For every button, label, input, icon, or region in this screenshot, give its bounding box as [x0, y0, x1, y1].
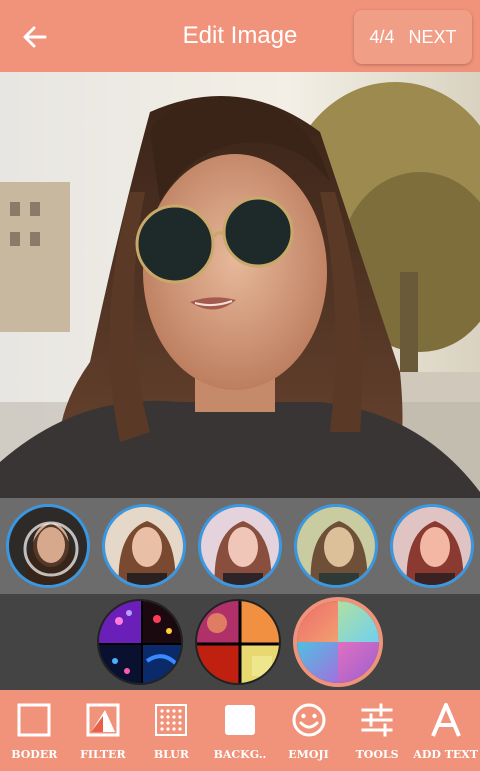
background-strip — [0, 594, 480, 690]
tool-add-text[interactable]: ADD TEXT — [413, 700, 479, 761]
filter-thumb-original[interactable] — [6, 504, 90, 588]
tool-filter[interactable]: FILTER — [71, 700, 135, 761]
tool-emoji-label: EMOJI — [288, 748, 329, 761]
page-counter: 4/4 — [369, 26, 395, 47]
tool-add-text-label: ADD TEXT — [413, 748, 479, 761]
background-stained-glass[interactable] — [195, 599, 281, 685]
text-a-icon — [426, 700, 466, 740]
tool-border[interactable]: BODER — [2, 700, 66, 761]
background-hearts[interactable] — [97, 599, 183, 685]
tool-border-label: BODER — [11, 748, 58, 761]
next-control: 4/4 NEXT — [354, 10, 472, 64]
tool-tools[interactable]: TOOLS — [345, 700, 409, 761]
filter-thumb-vintage[interactable] — [294, 504, 378, 588]
next-button[interactable]: NEXT — [409, 27, 457, 48]
filter-thumb-warm[interactable] — [102, 504, 186, 588]
border-square-icon — [14, 700, 54, 740]
tool-emoji[interactable]: EMOJI — [277, 700, 341, 761]
tool-blur[interactable]: BLUR — [139, 700, 203, 761]
tool-filter-label: FILTER — [80, 748, 126, 761]
tool-blur-label: BLUR — [153, 748, 189, 761]
filter-image-icon — [83, 700, 123, 740]
tool-tools-label: TOOLS — [355, 748, 399, 761]
filter-thumb-vivid[interactable] — [390, 504, 474, 588]
tool-background-label: BACKG.. — [213, 748, 267, 761]
tool-background[interactable]: BACKG.. — [208, 700, 272, 761]
filter-thumb-soft[interactable] — [198, 504, 282, 588]
emoji-smile-icon — [289, 700, 329, 740]
filter-strip — [0, 498, 480, 594]
top-app-bar: Edit Image 4/4 NEXT — [0, 0, 480, 72]
background-gradient[interactable] — [293, 597, 383, 687]
photo-image — [0, 72, 480, 498]
bottom-toolbar: BODER FILTER BLUR BACKG.. EMOJI TOOLS AD… — [0, 690, 480, 771]
background-square-icon — [220, 700, 260, 740]
tools-sliders-icon — [357, 700, 397, 740]
photo-canvas[interactable] — [0, 72, 480, 498]
blur-grid-icon — [151, 700, 191, 740]
